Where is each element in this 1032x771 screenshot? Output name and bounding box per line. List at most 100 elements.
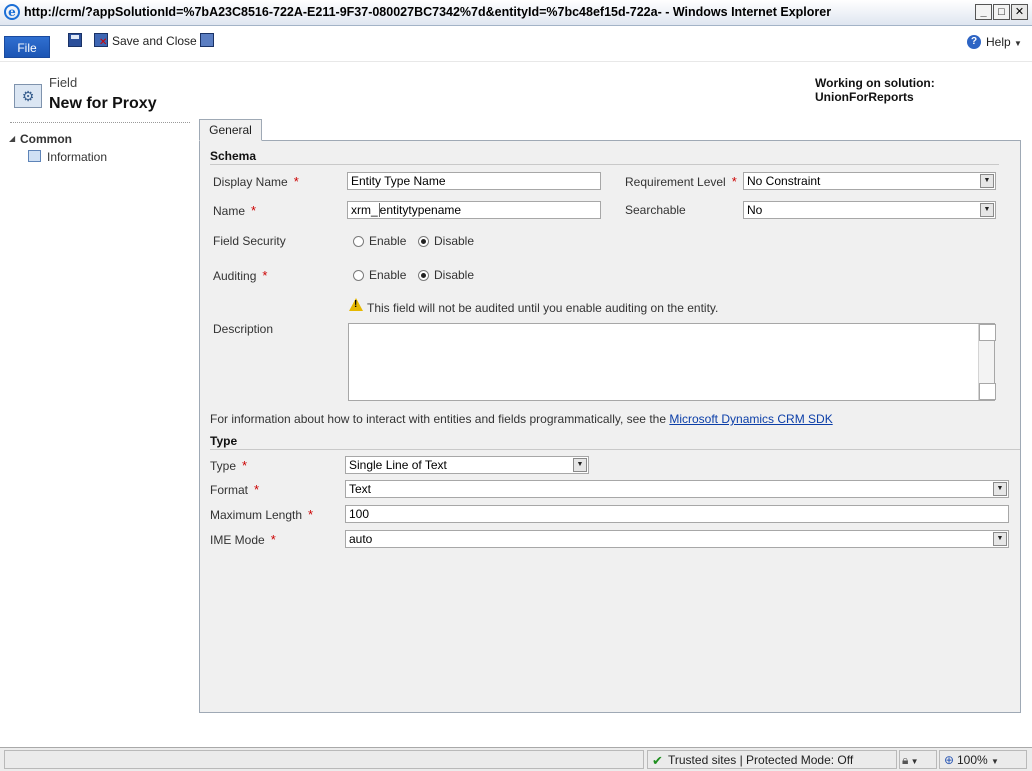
field-security-enable-label: Enable bbox=[369, 234, 407, 248]
ime-mode-value: auto bbox=[349, 532, 373, 546]
file-button[interactable]: File bbox=[4, 36, 50, 58]
sdk-link[interactable]: Microsoft Dynamics CRM SDK bbox=[669, 412, 832, 426]
audit-warning-text: This field will not be audited until you… bbox=[367, 301, 719, 315]
maximum-length-text: Maximum Length bbox=[210, 508, 303, 522]
description-scrollbar[interactable] bbox=[978, 324, 996, 400]
required-icon: * bbox=[293, 174, 299, 189]
requirement-level-text: Requirement Level bbox=[625, 175, 726, 189]
field-security-label: Field Security bbox=[213, 234, 286, 248]
name-field[interactable]: xrm_ entitytypename bbox=[347, 201, 601, 219]
searchable-select[interactable]: No ▼ bbox=[743, 201, 996, 219]
close-button[interactable]: ✕ bbox=[1011, 4, 1028, 20]
field-security-disable-label: Disable bbox=[434, 234, 475, 248]
collapse-arrow-icon[interactable]: ◢ bbox=[9, 134, 15, 143]
chevron-down-icon: ▼ bbox=[991, 757, 999, 766]
auditing-disable-radio[interactable] bbox=[418, 270, 429, 281]
description-label: Description bbox=[213, 322, 274, 336]
type-label: Type * bbox=[210, 458, 247, 473]
minimize-button[interactable]: _ bbox=[975, 4, 992, 20]
saveas-icon[interactable] bbox=[200, 33, 214, 47]
info-page-icon bbox=[28, 150, 41, 162]
maximum-length-label: Maximum Length * bbox=[210, 507, 313, 522]
save-close-icon[interactable] bbox=[94, 33, 108, 48]
requirement-level-label: Requirement Level * bbox=[625, 174, 737, 189]
nav-section-common[interactable]: Common bbox=[20, 132, 72, 146]
field-security-enable-radio[interactable] bbox=[353, 236, 364, 247]
sdk-info-text: For information about how to interact wi… bbox=[210, 412, 833, 426]
maximum-length-field[interactable]: 100 bbox=[345, 505, 1009, 523]
globe-icon[interactable]: 🔒︎ ▼ bbox=[902, 753, 919, 768]
type-divider bbox=[210, 449, 1020, 450]
format-value: Text bbox=[349, 482, 372, 496]
description-textarea[interactable] bbox=[348, 323, 995, 401]
ribbon: File Save and Close ? Help ▼ bbox=[0, 26, 1032, 62]
display-name-text: Display Name bbox=[213, 175, 288, 189]
solution-label: Working on solution: UnionForReports bbox=[815, 76, 935, 104]
dropdown-arrow-icon[interactable]: ▼ bbox=[980, 203, 994, 217]
ime-mode-text: IME Mode bbox=[210, 533, 265, 547]
save-and-close-button[interactable]: Save and Close bbox=[112, 34, 197, 48]
warning-icon bbox=[349, 298, 363, 311]
format-label: Format * bbox=[210, 482, 259, 497]
dropdown-arrow-icon[interactable]: ▼ bbox=[993, 532, 1007, 546]
ime-mode-select[interactable]: auto ▼ bbox=[345, 530, 1009, 548]
zoom-value: 100% bbox=[957, 753, 988, 767]
auditing-enable-radio[interactable] bbox=[353, 270, 364, 281]
help-menu[interactable]: Help ▼ bbox=[986, 35, 1022, 49]
ie-icon: e bbox=[4, 4, 20, 20]
name-text: Name bbox=[213, 204, 246, 218]
zoom-icon[interactable]: ⊕ bbox=[944, 753, 954, 767]
auditing-enable-label: Enable bbox=[369, 268, 407, 282]
display-name-label: Display Name * bbox=[213, 174, 299, 189]
format-text: Format bbox=[210, 483, 249, 497]
nav-divider bbox=[10, 122, 190, 123]
type-text: Type bbox=[210, 459, 237, 473]
security-zone-label: Trusted sites | Protected Mode: Off bbox=[668, 753, 854, 767]
display-name-field[interactable]: Entity Type Name bbox=[347, 172, 601, 190]
type-value: Single Line of Text bbox=[349, 458, 447, 472]
dropdown-arrow-icon[interactable]: ▼ bbox=[573, 458, 587, 472]
help-label: Help bbox=[986, 35, 1011, 49]
searchable-label: Searchable bbox=[625, 203, 686, 217]
help-icon[interactable]: ? bbox=[967, 35, 981, 49]
type-section-title: Type bbox=[210, 434, 238, 448]
format-select[interactable]: Text ▼ bbox=[345, 480, 1009, 498]
zoom-level[interactable]: 100% ▼ bbox=[957, 753, 999, 767]
required-icon: * bbox=[308, 507, 314, 522]
page-title: New for Proxy bbox=[49, 95, 157, 112]
field-security-disable-radio[interactable] bbox=[418, 236, 429, 247]
field-entity-icon: ⚙ bbox=[14, 84, 42, 108]
searchable-value: No bbox=[747, 203, 763, 217]
window-title: http://crm/?appSolutionId=%7bA23C8516-72… bbox=[24, 5, 832, 19]
tab-general[interactable]: General bbox=[199, 119, 262, 141]
chevron-down-icon: ▼ bbox=[1014, 39, 1022, 48]
form-panel bbox=[199, 140, 1021, 713]
auditing-disable-label: Disable bbox=[434, 268, 475, 282]
record-type-label: Field bbox=[49, 75, 78, 90]
required-icon: * bbox=[270, 532, 276, 547]
name-value: entitytypename bbox=[379, 203, 462, 217]
ime-mode-label: IME Mode * bbox=[210, 532, 276, 547]
nav-item-information[interactable]: Information bbox=[47, 150, 107, 164]
maximize-button[interactable]: □ bbox=[993, 4, 1010, 20]
status-bar: ✔ Trusted sites | Protected Mode: Off 🔒︎… bbox=[0, 747, 1032, 771]
requirement-level-select[interactable]: No Constraint ▼ bbox=[743, 172, 996, 190]
auditing-text: Auditing bbox=[213, 269, 257, 283]
name-label: Name * bbox=[213, 203, 256, 218]
save-icon[interactable] bbox=[68, 33, 82, 47]
schema-section-title: Schema bbox=[210, 149, 257, 163]
dropdown-arrow-icon[interactable]: ▼ bbox=[993, 482, 1007, 496]
sdk-info-sentence: For information about how to interact wi… bbox=[210, 412, 666, 426]
schema-divider bbox=[210, 164, 999, 165]
required-icon: * bbox=[254, 482, 260, 497]
required-icon: * bbox=[242, 458, 248, 473]
name-prefix: xrm_ bbox=[351, 203, 380, 217]
type-select[interactable]: Single Line of Text ▼ bbox=[345, 456, 589, 474]
status-cell-main bbox=[4, 750, 644, 769]
required-icon: * bbox=[251, 203, 257, 218]
dropdown-arrow-icon[interactable]: ▼ bbox=[980, 174, 994, 188]
required-icon: * bbox=[731, 174, 737, 189]
trusted-check-icon: ✔ bbox=[652, 753, 663, 768]
requirement-level-value: No Constraint bbox=[747, 174, 821, 188]
auditing-label: Auditing * bbox=[213, 268, 267, 283]
